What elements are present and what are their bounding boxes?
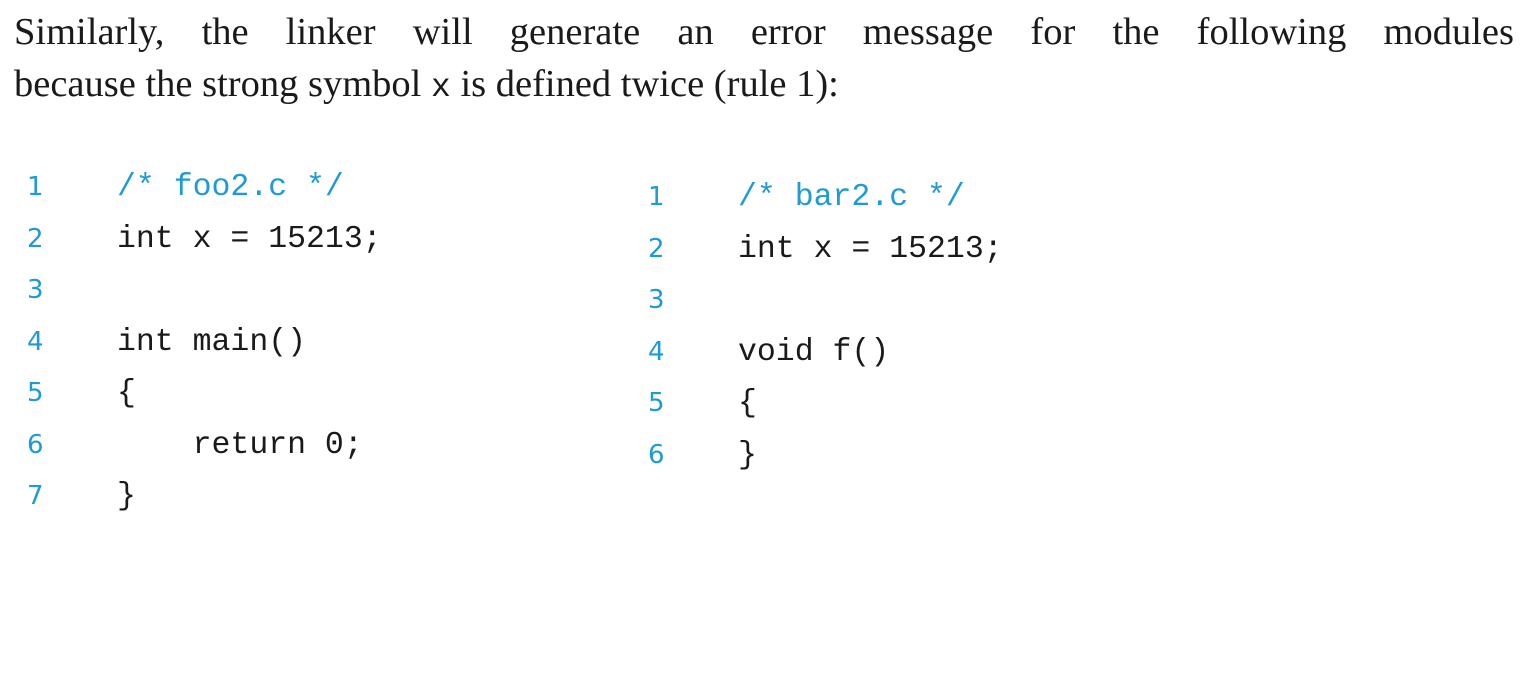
code-text: return 0;: [117, 427, 363, 463]
line-number: 2: [27, 223, 44, 254]
code-line: 6 }: [0, 430, 757, 482]
line-number: 1: [648, 182, 665, 212]
code-line: 1 /* bar2.c */: [0, 172, 965, 224]
code-text: int x = 15213;: [117, 221, 382, 257]
body-paragraph: Similarly, the linker will generate an e…: [14, 6, 1514, 114]
line-number: 4: [648, 336, 665, 367]
code-comment: /* bar2.c */: [738, 180, 965, 215]
code-listing-bar2: 1 /* bar2.c */ 2 int x = 15213; 3 4 void…: [0, 172, 1003, 482]
code-comment: /* foo2.c */: [117, 170, 344, 205]
code-line: 3: [0, 275, 665, 327]
code-line: 4 void f(): [0, 327, 889, 379]
line-number: 5: [648, 388, 665, 418]
inline-code-symbol: x: [431, 69, 451, 106]
code-text: }: [738, 437, 757, 473]
paragraph-text: is defined twice (rule 1):: [450, 63, 839, 105]
line-number: 2: [648, 233, 665, 264]
line-number: 6: [27, 429, 44, 460]
line-number: 3: [648, 285, 665, 315]
code-text: int x = 15213;: [738, 231, 1003, 267]
paragraph-line-2: because the strong symbol x is defined t…: [14, 58, 1514, 114]
line-number: 5: [27, 378, 44, 408]
code-line: 2 int x = 15213;: [0, 224, 1003, 276]
code-text: void f(): [738, 334, 890, 370]
paragraph-text: because the strong symbol: [14, 63, 431, 105]
code-text: int main(): [117, 324, 307, 360]
line-number: 4: [27, 326, 44, 357]
code-text: {: [117, 376, 136, 411]
line-number: 3: [27, 275, 44, 305]
line-number: 1: [27, 172, 44, 202]
code-text: }: [117, 479, 136, 514]
paragraph-line-1: Similarly, the linker will generate an e…: [14, 11, 1514, 53]
line-number: 7: [27, 481, 44, 511]
code-text: {: [738, 386, 757, 421]
line-number: 6: [648, 439, 665, 470]
code-line: 5 {: [0, 378, 757, 430]
